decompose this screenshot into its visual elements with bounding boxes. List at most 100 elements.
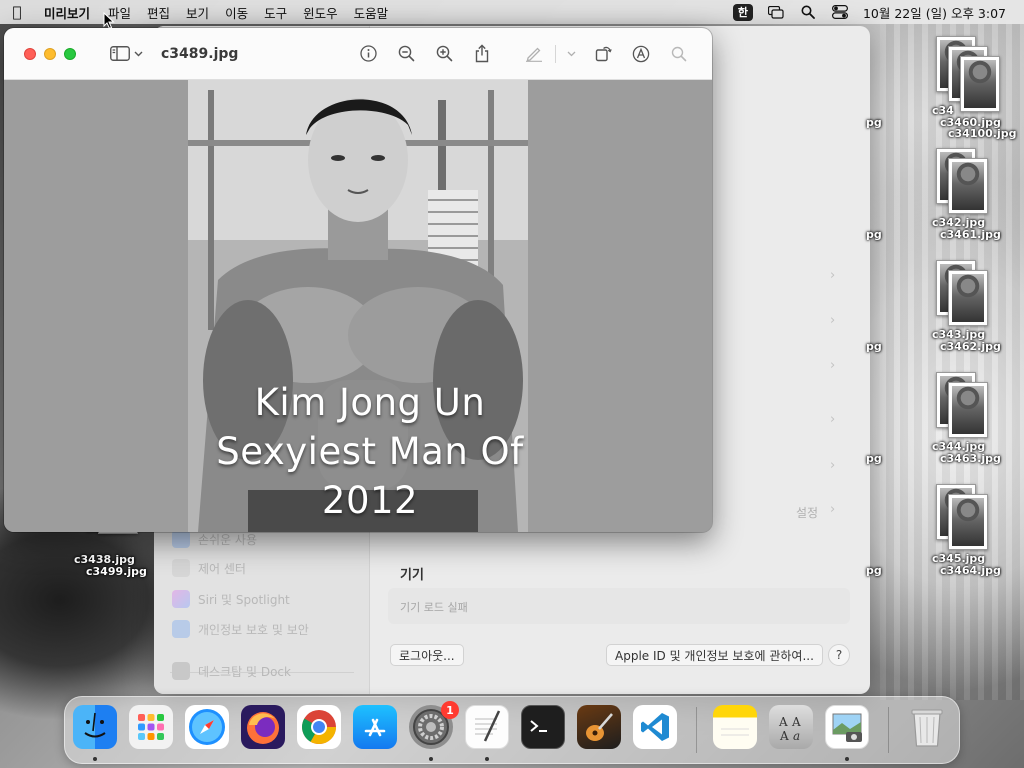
close-window-button[interactable] [24,47,36,60]
sidebar-item-label: 개인정보 보호 및 보안 [198,622,309,637]
menu-tools[interactable]: 도구 [258,3,297,22]
zoom-in-button[interactable] [425,40,463,68]
sidebar-item-label: 제어 센터 [198,561,246,576]
dock-app-textedit[interactable] [465,705,509,749]
sidebar-item-accessibility[interactable]: 손쉬운 사용 [172,530,257,548]
about-apple-id-privacy-button[interactable]: Apple ID 및 개인정보 보호에 관하여... [606,644,823,666]
desktop-file-label-partial[interactable]: pg [866,228,882,241]
running-indicator [429,757,433,761]
dock-app-safari[interactable] [185,705,229,749]
logout-button[interactable]: 로그아웃... [390,644,464,666]
dock-app-finder[interactable] [73,705,117,749]
vscode-icon [641,713,669,741]
desktop-dock-icon [172,662,190,680]
maximize-window-button[interactable] [64,47,76,60]
apple-menu-icon[interactable]:  [0,3,34,21]
sidebar-item-desktop-dock[interactable]: 데스크탑 및 Dock [172,662,291,680]
caption-line: Kim Jong Un [254,381,486,424]
caption-line: 2012 [321,479,419,522]
row-chevron-icon[interactable]: › [830,458,835,473]
zoom-out-icon [398,45,414,62]
toolbar-separator [555,44,556,63]
app-store-icon [364,718,386,737]
menu-bar:  미리보기 파일 편집 보기 이동 도구 윈도우 도움말 한 10월 22일 … [0,0,1024,24]
dock-app-garageband[interactable] [577,705,621,749]
row-chevron-icon[interactable]: › [830,412,835,427]
desktop-file-label: c3464.jpg [940,564,1001,577]
info-button[interactable] [349,40,387,68]
desktop-file-label-partial[interactable]: pg [866,116,882,129]
desktop-file-label-partial[interactable]: pg [866,452,882,465]
info-icon [359,45,377,62]
search-icon [671,46,687,61]
markup-toolbar-button[interactable] [622,40,660,68]
dock-app-terminal[interactable] [521,705,565,749]
document-title: c3489.jpg [161,45,239,62]
rotate-button[interactable] [584,40,622,68]
sidebar-item-control-center[interactable]: 제어 센터 [172,559,246,577]
sidebar-item-siri-spotlight[interactable]: Siri 및 Spotlight [172,590,290,608]
dock-app-launchpad[interactable] [129,705,173,749]
control-center-icon[interactable] [831,4,849,20]
desktop-file-label: c3461.jpg [940,228,1001,241]
image-thumbnail [948,382,988,438]
pen-icon [526,47,542,62]
caption-line: Sexyiest Man Of [216,430,524,473]
menu-help[interactable]: 도움말 [348,3,399,22]
help-button[interactable]: ? [828,644,850,666]
control-center-icon [172,559,190,577]
desktop-file-label-partial[interactable]: pg [866,564,882,577]
dock-app-notes[interactable] [713,705,757,749]
menu-go[interactable]: 이동 [219,3,258,22]
siri-icon [172,590,190,608]
dock-app-vscode[interactable] [633,705,677,749]
row-chevron-icon[interactable]: › [830,268,835,283]
dock-app-firefox[interactable] [241,705,285,749]
sidebar-toggle-button[interactable] [110,46,143,61]
screen-mirroring-icon[interactable] [767,4,785,20]
firefox-icon [247,712,279,744]
sidebar-item-label: 데스크탑 및 Dock [198,664,291,679]
chevron-down-icon [134,51,143,56]
menu-app-name[interactable]: 미리보기 [34,3,102,22]
font-book-icon: A AA a [778,715,801,743]
launchpad-grid-icon [138,714,164,740]
dock-app-chrome[interactable] [297,705,341,749]
svg-text:A: A [779,729,789,743]
minimize-window-button[interactable] [44,47,56,60]
row-chevron-icon[interactable]: › [830,358,835,373]
search-button[interactable] [660,40,698,68]
menu-window[interactable]: 윈도우 [297,3,348,22]
textedit-icon [475,710,501,742]
desktop-file-label-partial[interactable]: pg [866,340,882,353]
zoom-in-icon [436,45,452,62]
share-button[interactable] [463,40,501,68]
desktop-file-label: c3463.jpg [940,452,1001,465]
spotlight-search-icon[interactable] [799,4,817,20]
preview-toolbar: c3489.jpg [4,28,712,80]
dock-app-app-store[interactable] [353,705,397,749]
input-source-badge[interactable]: 한 [732,3,753,21]
dock: 1 AAAa [64,696,960,764]
settings-link[interactable]: 설정 [796,504,818,521]
terminal-prompt-icon [530,720,547,732]
row-chevron-icon[interactable]: › [830,502,835,517]
image-thumbnail [948,158,988,214]
dock-app-font-book[interactable]: AAAa [769,705,813,749]
menu-edit[interactable]: 편집 [141,3,180,22]
markup-options-button[interactable] [558,40,584,68]
sidebar-icon [110,46,130,61]
row-chevron-icon[interactable]: › [830,313,835,328]
menu-view[interactable]: 보기 [180,3,219,22]
notes-icon [721,728,749,736]
menu-bar-clock[interactable]: 10월 22일 (일) 오후 3:07 [863,3,1006,22]
markup-button[interactable] [515,40,553,68]
trash-icon [911,709,943,747]
dock-app-preview[interactable] [825,705,869,749]
preview-window: c3489.jpg Kim Jong Un Sexyiest Man Of 20… [4,28,712,532]
dock-app-trash[interactable] [905,705,949,749]
svg-text:a: a [793,729,800,743]
sidebar-item-label: Siri 및 Spotlight [198,592,290,607]
sidebar-item-privacy-security[interactable]: 개인정보 보호 및 보안 [172,620,309,638]
zoom-out-button[interactable] [387,40,425,68]
